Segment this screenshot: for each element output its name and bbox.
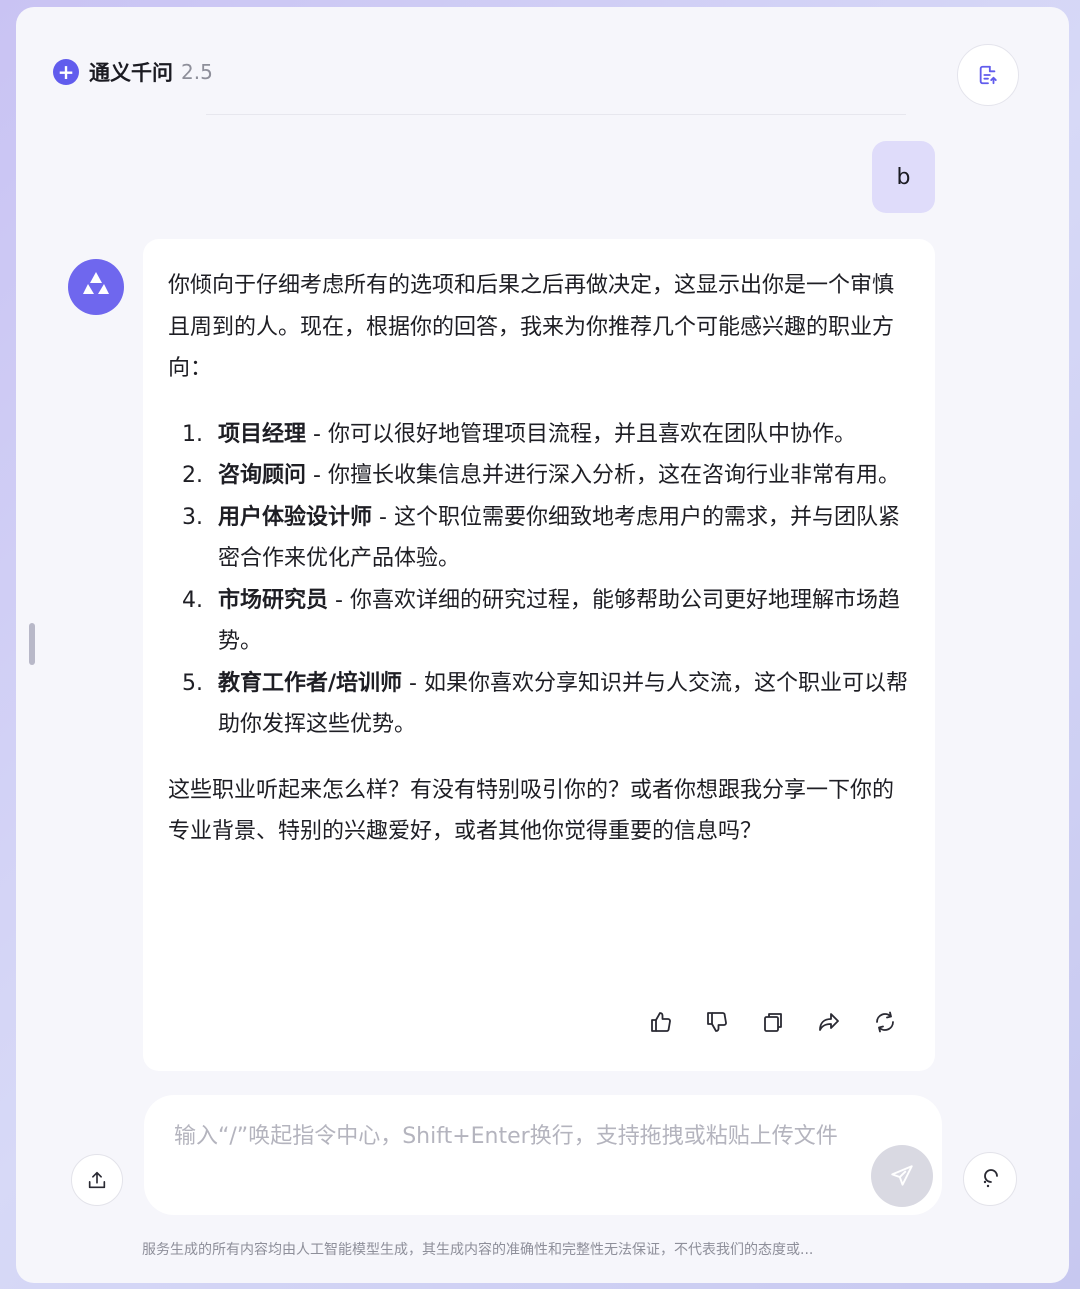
user-message-text: b: [896, 164, 911, 190]
answer-intro: 你倾向于仔细考虑所有的选项和后果之后再做决定，这显示出你是一个审慎且周到的人。现…: [168, 273, 895, 381]
tongyi-logo-icon: [83, 272, 109, 294]
copy-button[interactable]: [760, 1009, 786, 1035]
model-selector[interactable]: + 通义千问 2.5: [53, 57, 213, 87]
new-document-button[interactable]: [957, 44, 1019, 106]
chat-input-placeholder[interactable]: 输入“/”唤起指令中心，Shift+Enter换行，支持拖拽或粘贴上传文件: [174, 1119, 854, 1155]
copy-icon: [764, 1013, 782, 1032]
upload-icon: [88, 1171, 106, 1189]
thumbs-down-icon: [707, 1012, 727, 1032]
header: + 通义千问 2.5: [16, 7, 1069, 117]
model-title: 通义千问: [89, 61, 173, 85]
voice-icon: [983, 1169, 998, 1188]
list-item: 1. 项目经理 - 你可以很好地管理项目流程，并且喜欢在团队中协作。: [182, 421, 856, 447]
list-item: 5. 教育工作者/培训师 - 如果你喜欢分享知识并与人交流，这个职业可以帮助你发挥…: [182, 670, 908, 738]
regenerate-icon: [876, 1011, 894, 1033]
list-item: 3. 用户体验设计师 - 这个职位需要你细致地考虑用户的需求，并与团队紧密合作来优…: [182, 504, 900, 572]
footer-disclaimer: 服务生成的所有内容均由人工智能模型生成，其生成内容的准确性和完整性无法保证，不代…: [142, 1242, 814, 1258]
model-version: 2.5: [181, 60, 213, 84]
voice-button[interactable]: [963, 1152, 1017, 1206]
list-item: 2. 咨询顾问 - 你擅长收集信息并进行深入分析，这在咨询行业非常有用。: [182, 463, 900, 488]
share-button[interactable]: [816, 1009, 842, 1035]
header-divider: [206, 114, 906, 115]
list-item: 4. 市场研究员 - 你喜欢详细的研究过程，能够帮助公司更好地理解市场趋势。: [182, 587, 900, 655]
send-button[interactable]: [871, 1145, 933, 1207]
thumbs-up-icon: [651, 1012, 671, 1032]
answer-outro: 这些职业听起来怎么样？有没有特别吸引你的？或者你想跟我分享一下你的专业背景、特别…: [168, 777, 895, 845]
chat-input-box[interactable]: 输入“/”唤起指令中心，Shift+Enter换行，支持拖拽或粘贴上传文件: [144, 1095, 942, 1215]
document-upload-icon: [979, 65, 997, 85]
sidebar-toggle-handle[interactable]: [29, 623, 35, 665]
send-icon: [891, 1165, 913, 1186]
answer-action-bar: [648, 1009, 898, 1035]
assistant-avatar: [68, 259, 124, 315]
upload-button[interactable]: [71, 1154, 123, 1206]
chat-window: + 通义千问 2.5 b 你倾向于仔细考虑所有的选项和后果之后再做决定，这显示出…: [16, 7, 1069, 1283]
career-list: 1. 项目经理 - 你可以很好地管理项目流程，并且喜欢在团队中协作。 2. 咨询顾问…: [168, 414, 908, 746]
thumbs-down-button[interactable]: [704, 1009, 730, 1035]
thumbs-up-button[interactable]: [648, 1009, 674, 1035]
user-message-bubble: b: [872, 141, 935, 213]
share-icon: [819, 1013, 839, 1031]
assistant-answer-text: 你倾向于仔细考虑所有的选项和后果之后再做决定，这显示出你是一个审慎且周到的人。现…: [168, 265, 908, 853]
plus-icon[interactable]: +: [53, 59, 79, 85]
assistant-answer-card: 你倾向于仔细考虑所有的选项和后果之后再做决定，这显示出你是一个审慎且周到的人。现…: [143, 239, 935, 1071]
regenerate-button[interactable]: [872, 1009, 898, 1035]
